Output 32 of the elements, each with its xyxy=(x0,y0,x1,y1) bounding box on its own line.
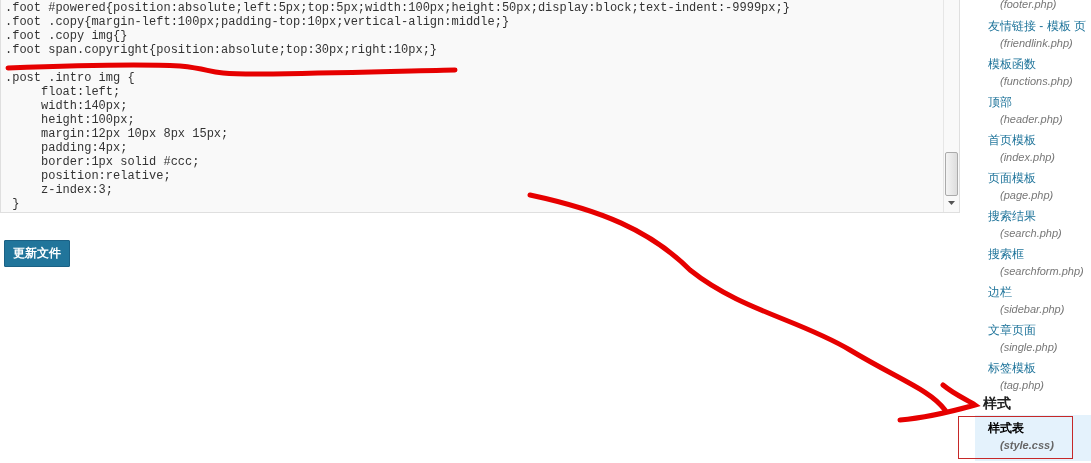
update-file-button[interactable]: 更新文件 xyxy=(4,240,70,267)
template-file-link[interactable]: 搜索框 (searchform.php) xyxy=(975,243,1091,281)
template-file-link[interactable]: 标签模板 (tag.php) xyxy=(975,357,1091,395)
code-line: height:100px; xyxy=(40,113,135,127)
scrollbar[interactable] xyxy=(943,0,959,212)
code-line: .foot #powered{position:absolute;left:5px;top:5px;width:100px;height:50px;display:block;text-indent:-9999px;} xyxy=(5,1,790,15)
template-file-link[interactable]: 边栏 (sidebar.php) xyxy=(975,281,1091,319)
template-file-link[interactable]: 文章页面 (single.php) xyxy=(975,319,1091,357)
code-line: } xyxy=(11,197,20,211)
code-line: .foot span.copyright{position:absolute;top:30px;right:10px;} xyxy=(5,43,438,57)
code-line: .foot .copy{margin-left:100px;padding-top:10px;vertical-align:middle;} xyxy=(5,15,510,29)
code-line: .post .intro img { xyxy=(5,71,135,85)
template-file-link[interactable]: (footer.php) xyxy=(975,0,1091,15)
code-line: padding:4px; xyxy=(40,141,128,155)
template-file-link[interactable]: 首页模板 (index.php) xyxy=(975,129,1091,167)
template-file-link[interactable]: 搜索结果 (search.php) xyxy=(975,205,1091,243)
template-file-link[interactable]: 页面模板 (page.php) xyxy=(975,167,1091,205)
code-editor[interactable] xyxy=(0,0,960,213)
scrollbar-thumb[interactable] xyxy=(945,152,958,196)
template-file-link[interactable]: 友情链接 - 模板 页 (friendlink.php) xyxy=(975,15,1091,53)
code-line: z-index:3; xyxy=(40,183,114,197)
scroll-down-icon[interactable] xyxy=(948,201,955,205)
code-line: margin:12px 10px 8px 15px; xyxy=(40,127,229,141)
template-file-link[interactable]: 顶部 (header.php) xyxy=(975,91,1091,129)
code-line: border:1px solid #ccc; xyxy=(40,155,200,169)
code-line: float:left; xyxy=(40,85,121,99)
template-file-link[interactable]: 模板函数 (functions.php) xyxy=(975,53,1091,91)
code-line: width:140px; xyxy=(40,99,128,113)
code-line: .foot .copy img{} xyxy=(5,29,128,43)
group-heading: 样式 xyxy=(982,395,1012,413)
code-line: position:relative; xyxy=(40,169,171,183)
template-file-link[interactable]: 样式表 (style.css) xyxy=(975,415,1091,461)
